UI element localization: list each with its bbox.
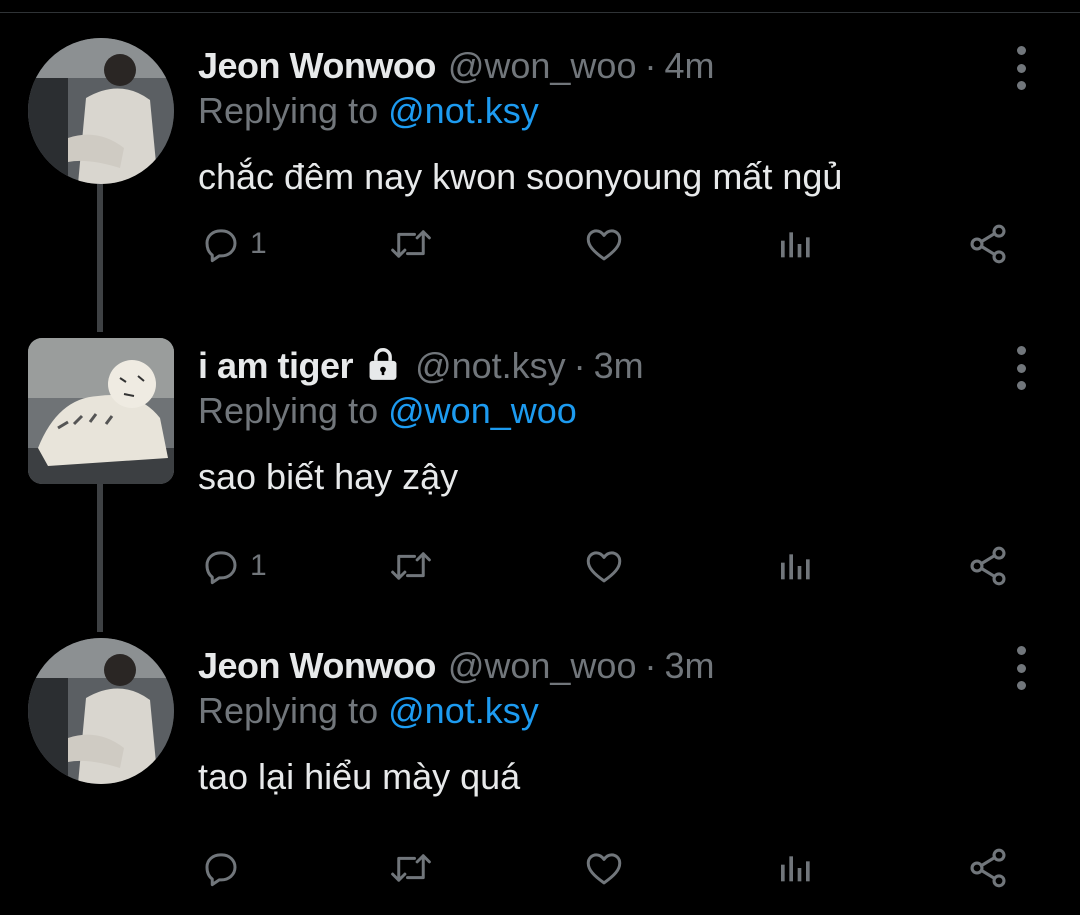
display-name[interactable]: Jeon Wonwoo (198, 645, 436, 687)
tiger-avatar-image (28, 338, 174, 484)
tweet-header: Jeon Wonwoo @won_woo · 4m (198, 38, 715, 94)
mention-link[interactable]: @won_woo (388, 390, 577, 431)
separator: · (573, 345, 586, 386)
tweet-actions: 1 (0, 536, 1080, 596)
timestamp[interactable]: 3m (594, 345, 644, 387)
reply-button[interactable] (200, 838, 250, 898)
more-vertical-icon[interactable] (1006, 646, 1036, 690)
top-divider (0, 0, 1080, 13)
more-vertical-icon[interactable] (1006, 46, 1036, 90)
retweet-button[interactable] (386, 536, 436, 596)
display-name[interactable]: Jeon Wonwoo (198, 45, 436, 87)
display-name[interactable]: i am tiger (198, 345, 354, 387)
reply-count: 1 (250, 227, 267, 260)
tweet-actions: 1 (0, 214, 1080, 274)
analytics-icon (781, 232, 810, 258)
tweet-header: Jeon Wonwoo @won_woo · 3m (198, 638, 715, 694)
reply-icon (205, 853, 237, 887)
avatar[interactable] (28, 38, 174, 184)
reply-count: 1 (250, 549, 267, 582)
like-button[interactable] (582, 838, 626, 898)
share-icon (970, 848, 1006, 888)
retweet-button[interactable] (386, 838, 436, 898)
replying-prefix: Replying to (198, 90, 379, 131)
views-button[interactable] (776, 536, 816, 596)
like-button[interactable] (582, 536, 626, 596)
timestamp[interactable]: 4m (664, 45, 714, 87)
replying-to: Replying to @not.ksy (198, 690, 539, 732)
share-button[interactable] (966, 838, 1010, 898)
separator: · (644, 645, 657, 686)
avatar[interactable] (28, 638, 174, 784)
tweet-text: chắc đêm nay kwon soonyoung mất ngủ (198, 156, 843, 197)
share-button[interactable] (966, 536, 1010, 596)
replying-to: Replying to @won_woo (198, 390, 577, 432)
replying-to: Replying to @not.ksy (198, 90, 539, 132)
more-vertical-icon[interactable] (1006, 346, 1036, 390)
analytics-icon (781, 856, 810, 882)
retweet-button[interactable] (386, 214, 436, 274)
replying-prefix: Replying to (198, 690, 379, 731)
person-avatar-image (28, 638, 174, 784)
views-button[interactable] (776, 214, 816, 274)
share-icon (970, 546, 1006, 586)
mention-link[interactable]: @not.ksy (388, 690, 539, 731)
reply-icon (205, 551, 237, 585)
user-handle[interactable]: @won_woo (448, 45, 637, 87)
avatar[interactable] (28, 338, 174, 484)
heart-icon (586, 551, 622, 583)
retweet-icon (391, 552, 431, 580)
retweet-icon (391, 854, 431, 882)
heart-icon (586, 229, 622, 261)
replying-prefix: Replying to (198, 390, 379, 431)
separator: · (644, 45, 657, 86)
tweet-actions (0, 838, 1080, 898)
views-button[interactable] (776, 838, 816, 898)
mention-link[interactable]: @not.ksy (388, 90, 539, 131)
share-button[interactable] (966, 214, 1010, 274)
reply-button[interactable]: 1 (200, 214, 267, 274)
reply-icon (205, 229, 237, 263)
analytics-icon (781, 554, 810, 580)
like-button[interactable] (582, 214, 626, 274)
heart-icon (586, 853, 622, 885)
share-icon (970, 224, 1006, 264)
tweet-text: sao biết hay zậy (198, 456, 459, 497)
user-handle[interactable]: @not.ksy (415, 345, 566, 387)
lock-icon (363, 345, 403, 388)
tweet-header: i am tiger @not.ksy · 3m (198, 338, 644, 394)
reply-button[interactable]: 1 (200, 536, 267, 596)
tweet-text: tao lại hiểu mày quá (198, 756, 521, 797)
retweet-icon (391, 230, 431, 258)
user-handle[interactable]: @won_woo (448, 645, 637, 687)
timestamp[interactable]: 3m (664, 645, 714, 687)
person-avatar-image (28, 38, 174, 184)
